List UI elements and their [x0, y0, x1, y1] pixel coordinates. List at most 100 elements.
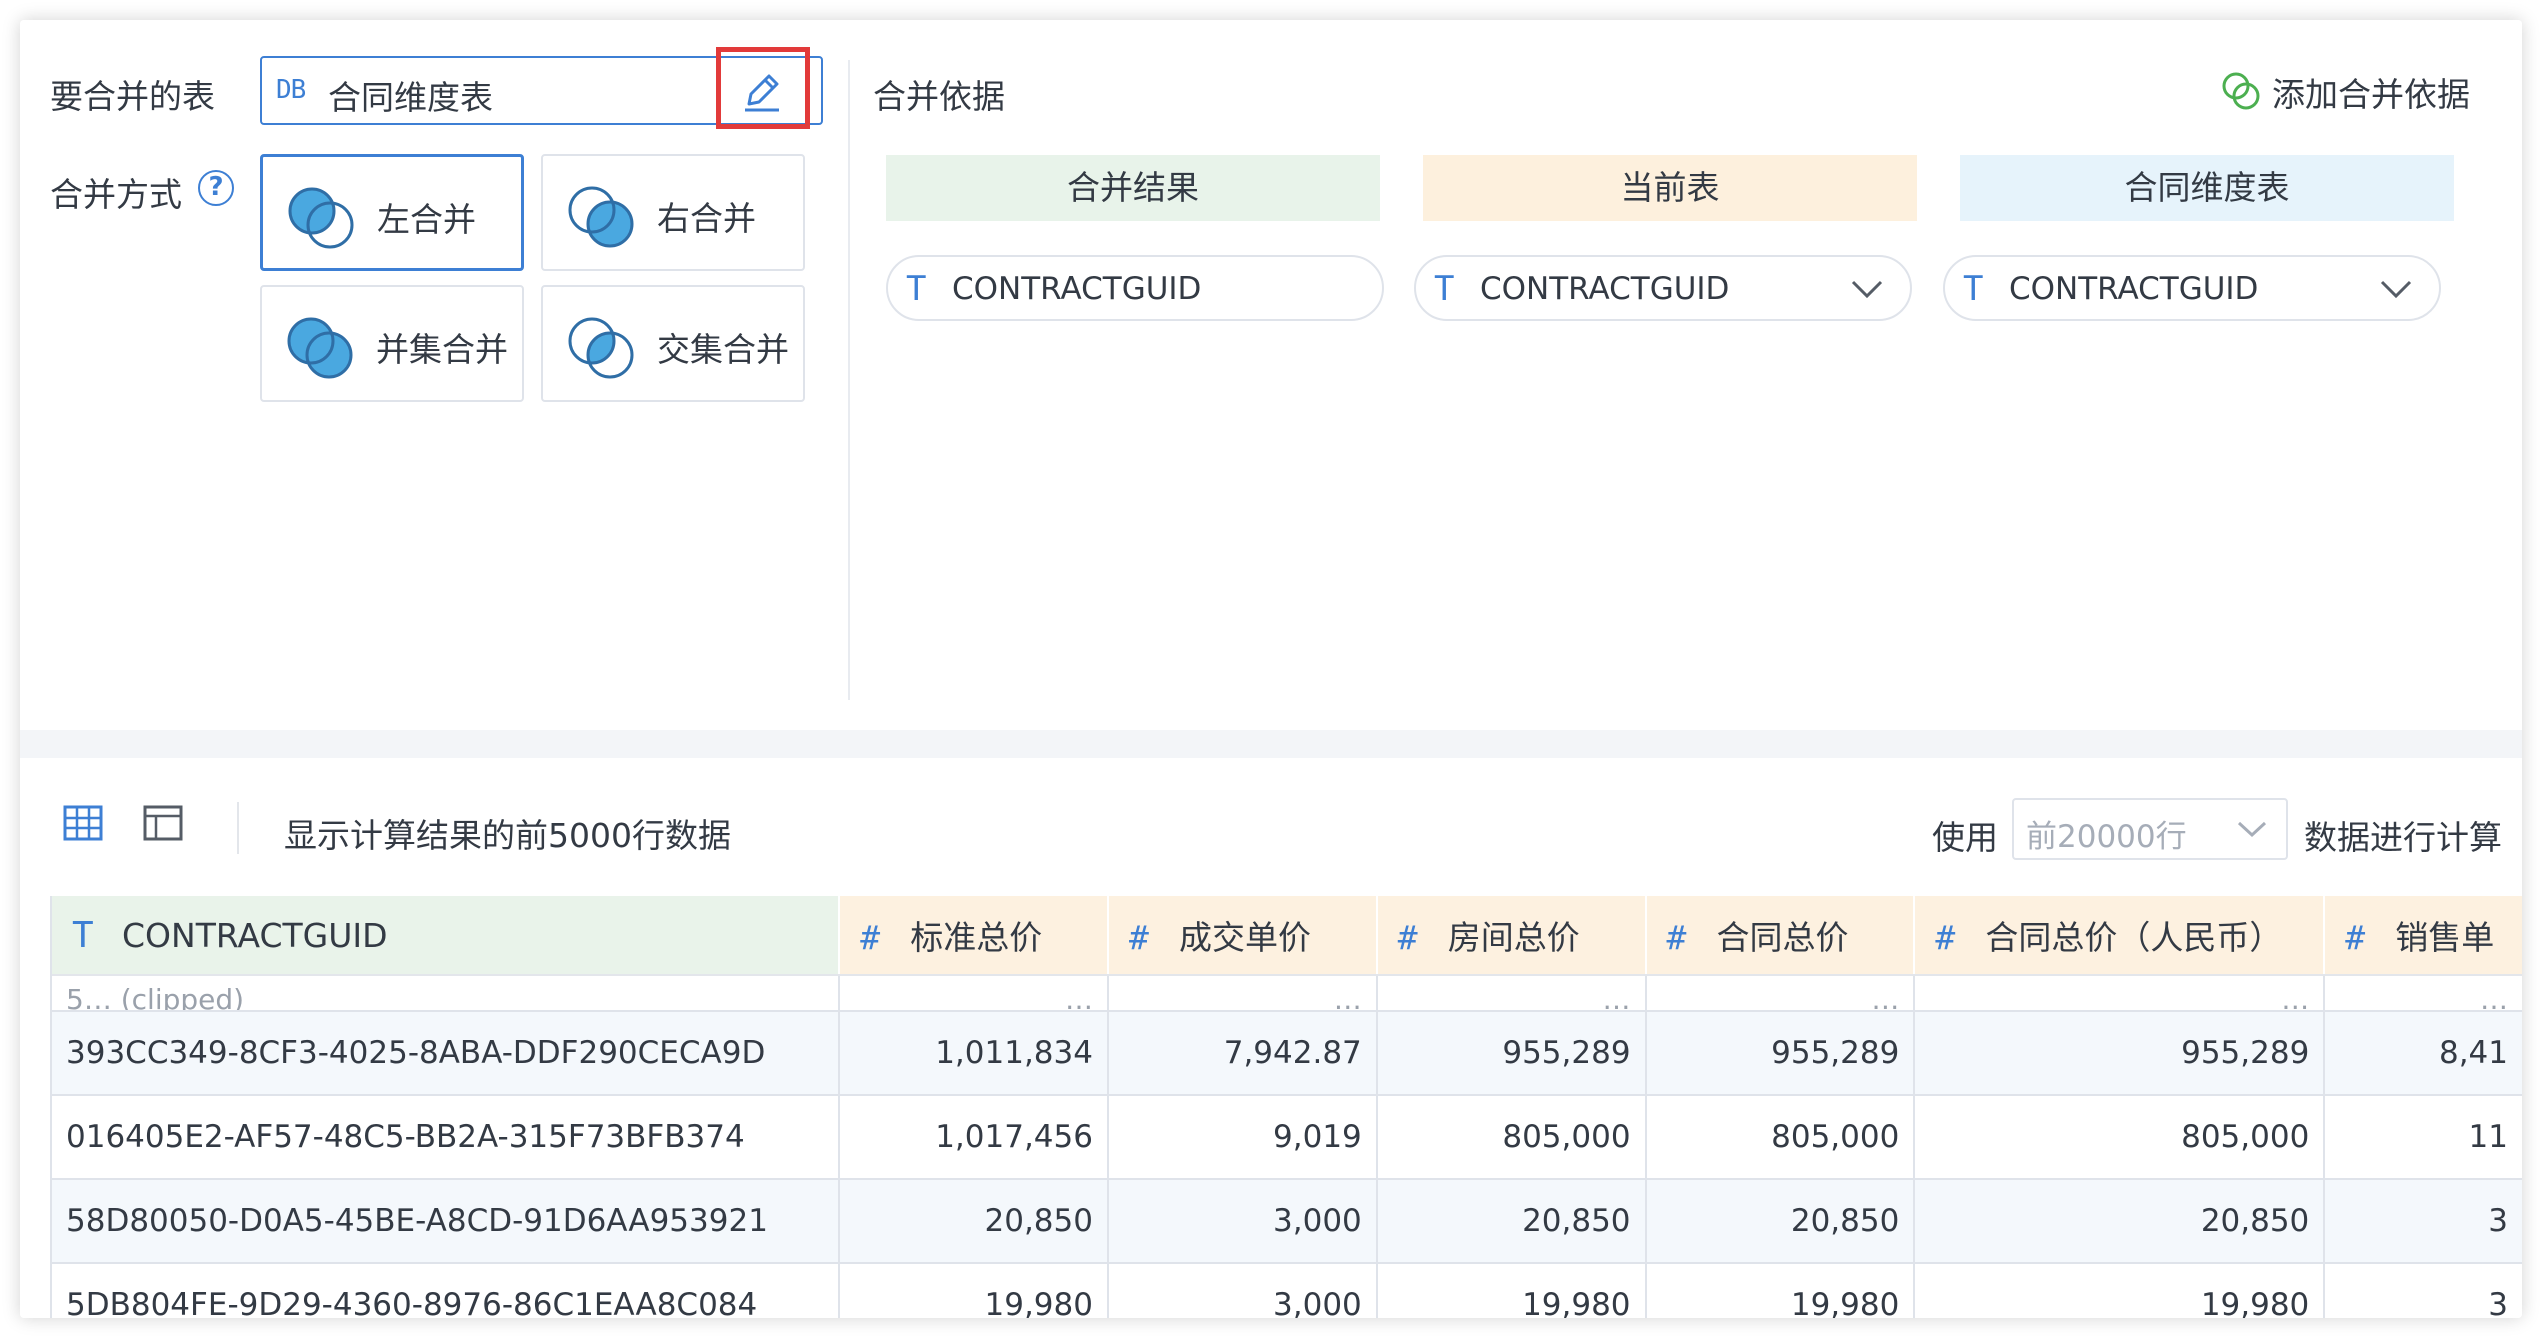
right-merge-icon	[568, 186, 634, 248]
left-merge-icon	[288, 187, 354, 249]
column-header[interactable]: T CONTRACTGUID	[52, 896, 841, 976]
number-type-icon: #	[860, 918, 881, 957]
table-cell: 3,000	[1107, 1263, 1378, 1318]
merge-dialog: 要合并的表 DB 合同维度表 合并方式 ? 左合并 右合并 并集合并 交集合并 …	[20, 20, 2522, 1318]
column-header[interactable]: # 合同总价	[1645, 896, 1916, 976]
number-type-icon: #	[1935, 918, 1956, 957]
table-row: 393CC349-8CF3-4025-8ABA-DDF290CECA9D 1,0…	[52, 1011, 2522, 1096]
table-cell: 19,980	[1376, 1263, 1647, 1318]
table-cell: 9,019	[1107, 1095, 1378, 1180]
table-cell: 3	[2324, 1179, 2522, 1264]
table-row: 58D80050-D0A5-45BE-A8CD-91D6AA953921 20,…	[52, 1179, 2522, 1264]
header-merge-result: 合并结果	[886, 155, 1380, 221]
table-cell: 20,850	[1376, 1179, 1647, 1264]
mode-right-merge-button[interactable]: 右合并	[541, 154, 805, 271]
table-cell: 1,017,456	[839, 1095, 1109, 1180]
preview-caption: 显示计算结果的前5000行数据	[284, 816, 731, 855]
table-cell: 20,850	[1914, 1179, 2326, 1264]
result-field-name: CONTRACTGUID	[952, 271, 1202, 307]
table-cell: 393CC349-8CF3-4025-8ABA-DDF290CECA9D	[52, 1011, 841, 1096]
chevron-down-icon	[1851, 280, 1883, 299]
column-header[interactable]: # 房间总价	[1376, 896, 1647, 976]
text-type-icon: T	[1963, 269, 1984, 309]
table-cell: 016405E2-AF57-48C5-BB2A-315F73BFB374	[52, 1095, 841, 1180]
number-type-icon: #	[1128, 918, 1149, 957]
table-cell: 805,000	[1376, 1095, 1647, 1180]
current-table-field-select[interactable]: T CONTRACTGUID	[1414, 255, 1912, 321]
table-cell: …	[1107, 975, 1378, 1012]
union-merge-icon	[287, 317, 353, 379]
table-row: 5DB804FE-9D29-4360-8976-86C1EAA8C084 19,…	[52, 1263, 2522, 1318]
db-icon: DB	[276, 75, 306, 105]
table-cell: 19,980	[839, 1263, 1109, 1318]
column-header[interactable]: # 成交单价	[1107, 896, 1378, 976]
table-cell: 8,41	[2324, 1011, 2522, 1096]
table-cell: …	[1914, 975, 2326, 1012]
table-cell: 1,011,834	[839, 1011, 1109, 1096]
mode-label: 左合并	[377, 200, 476, 239]
column-name: 房间总价	[1447, 918, 1580, 957]
table-label: 要合并的表	[50, 77, 215, 116]
add-basis-icon	[2222, 72, 2260, 110]
table-cell: 19,980	[1914, 1263, 2326, 1318]
merge-mode-label: 合并方式	[50, 175, 182, 214]
grid-view-icon[interactable]	[62, 802, 104, 844]
preview-table: T CONTRACTGUID # 标准总价 # 成交单价 # 房间总价 # 合同总价 # 合…	[50, 896, 2522, 1318]
column-header[interactable]: # 合同总价（人民币）	[1914, 896, 2326, 976]
table-cell: 58D80050-D0A5-45BE-A8CD-91D6AA953921	[52, 1179, 841, 1264]
help-icon[interactable]: ?	[198, 170, 234, 206]
column-name: CONTRACTGUID	[122, 915, 388, 955]
table-header-row: T CONTRACTGUID # 标准总价 # 成交单价 # 房间总价 # 合同总价 # 合…	[52, 896, 2522, 976]
table-cell: 3,000	[1107, 1179, 1378, 1264]
table-cell: 5… (clipped)	[52, 975, 841, 1012]
table-cell: 805,000	[1645, 1095, 1916, 1180]
toolbar-separator	[237, 802, 239, 854]
text-type-icon: T	[1434, 269, 1455, 309]
text-type-icon: T	[906, 269, 927, 309]
table-cell: 20,850	[1645, 1179, 1916, 1264]
table-cell: 11	[2324, 1095, 2522, 1180]
merge-table-name: 合同维度表	[328, 78, 493, 117]
header-target-table: 合同维度表	[1960, 155, 2454, 221]
preview-panel: 显示计算结果的前5000行数据 使用 前20000行 数据进行计算 T CONTR…	[20, 758, 2522, 1318]
target-table-field-select[interactable]: T CONTRACTGUID	[1943, 255, 2441, 321]
number-type-icon: #	[1397, 918, 1418, 957]
header-current-table: 当前表	[1423, 155, 1917, 221]
column-header[interactable]: # 标准总价	[839, 896, 1109, 976]
column-header[interactable]: # 销售单	[2324, 896, 2522, 976]
table-cell: …	[2324, 975, 2522, 1012]
calc-label: 数据进行计算	[2304, 818, 2502, 857]
mode-union-merge-button[interactable]: 并集合并	[260, 285, 524, 402]
table-cell: 955,289	[1645, 1011, 1916, 1096]
column-name: 标准总价	[910, 918, 1043, 957]
target-field-name: CONTRACTGUID	[2009, 271, 2259, 307]
text-type-icon: T	[72, 914, 94, 956]
mode-label: 右合并	[657, 199, 756, 238]
number-type-icon: #	[2345, 918, 2366, 957]
result-field: T CONTRACTGUID	[886, 255, 1384, 321]
table-cell: 19,980	[1645, 1263, 1916, 1318]
mode-label: 交集合并	[657, 330, 789, 369]
table-cell: 20,850	[839, 1179, 1109, 1264]
column-name: 合同总价	[1716, 918, 1849, 957]
table-cell: …	[1376, 975, 1647, 1012]
mode-left-merge-button[interactable]: 左合并	[260, 154, 524, 271]
table-cell: 3	[2324, 1263, 2522, 1318]
table-row: 016405E2-AF57-48C5-BB2A-315F73BFB374 1,0…	[52, 1095, 2522, 1180]
mode-intersect-merge-button[interactable]: 交集合并	[541, 285, 805, 402]
chevron-down-icon	[2237, 821, 2267, 838]
table-cell: 5DB804FE-9D29-4360-8976-86C1EAA8C084	[52, 1263, 841, 1318]
table-cell: 955,289	[1914, 1011, 2326, 1096]
table-cell: 805,000	[1914, 1095, 2326, 1180]
intersect-merge-icon	[568, 317, 634, 379]
row-count-select[interactable]: 前20000行	[2012, 798, 2288, 860]
layout-view-icon[interactable]	[142, 802, 184, 844]
table-cell: …	[1645, 975, 1916, 1012]
edit-table-button[interactable]	[716, 47, 810, 129]
chevron-down-icon	[2380, 280, 2412, 299]
column-name: 成交单价	[1178, 918, 1311, 957]
panel-divider	[848, 60, 850, 700]
mode-label: 并集合并	[376, 330, 508, 369]
section-gap	[20, 730, 2522, 758]
table-cell: …	[839, 975, 1109, 1012]
